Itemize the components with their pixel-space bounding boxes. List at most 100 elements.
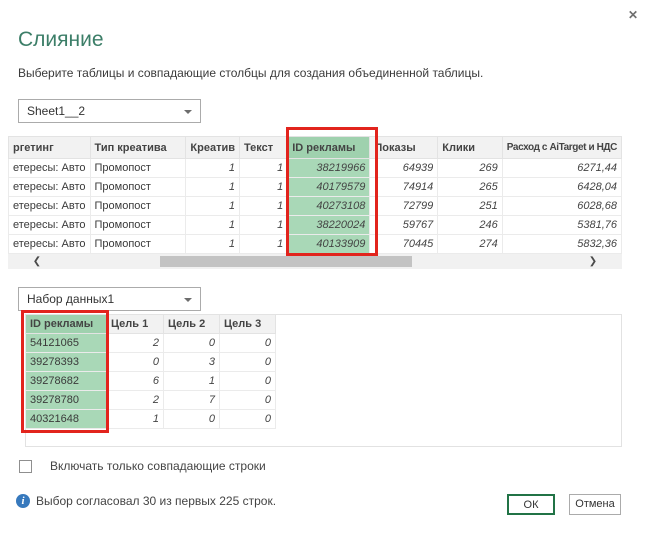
info-icon: i xyxy=(16,494,30,508)
table-cell[interactable]: 0 xyxy=(107,353,164,372)
table-cell[interactable]: 274 xyxy=(438,235,502,254)
table-cell[interactable]: 0 xyxy=(220,372,276,391)
top-table-selector-value: Sheet1__2 xyxy=(27,104,85,118)
table-cell[interactable]: 39278780 xyxy=(26,391,107,410)
table-cell[interactable]: 74914 xyxy=(370,178,438,197)
scroll-right-icon[interactable]: ❯ xyxy=(578,254,608,269)
table-cell[interactable]: етересы: Авто xyxy=(9,216,91,235)
table-cell[interactable]: 1 xyxy=(186,178,240,197)
table-cell[interactable]: 59767 xyxy=(370,216,438,235)
table-cell[interactable]: етересы: Авто xyxy=(9,235,91,254)
table-cell[interactable]: 72799 xyxy=(370,197,438,216)
table-cell[interactable]: 1 xyxy=(240,178,288,197)
scrollbar-thumb[interactable] xyxy=(160,256,412,267)
status-text: Выбор согласовал 30 из первых 225 строк. xyxy=(36,494,276,508)
table-cell[interactable]: 38219966 xyxy=(288,159,370,178)
table-cell[interactable]: 1 xyxy=(186,159,240,178)
matching-rows-checkbox[interactable] xyxy=(19,460,32,473)
table-cell[interactable]: 6028,68 xyxy=(502,197,621,216)
column-header[interactable]: ID рекламы xyxy=(288,137,370,159)
table-cell[interactable]: 6 xyxy=(107,372,164,391)
table-cell[interactable]: 2 xyxy=(107,391,164,410)
column-header[interactable]: Тип креатива xyxy=(90,137,186,159)
table-cell[interactable]: 64939 xyxy=(370,159,438,178)
table-cell[interactable]: 0 xyxy=(164,334,220,353)
top-table-selector[interactable]: Sheet1__2 xyxy=(18,99,201,123)
header-row: ID рекламыЦель 1Цель 2Цель 3 xyxy=(26,315,276,334)
table-cell[interactable]: 1 xyxy=(164,372,220,391)
table-cell[interactable]: 38220024 xyxy=(288,216,370,235)
table-row: етересы: АвтоПромопост114013390970445274… xyxy=(9,235,622,254)
column-header[interactable]: Цель 1 xyxy=(107,315,164,334)
table-cell[interactable]: 0 xyxy=(220,410,276,429)
table-cell[interactable]: 0 xyxy=(220,391,276,410)
table-cell[interactable]: 40273108 xyxy=(288,197,370,216)
table-cell[interactable]: 6428,04 xyxy=(502,178,621,197)
column-header[interactable]: ID рекламы xyxy=(26,315,107,334)
table-cell[interactable]: 5381,76 xyxy=(502,216,621,235)
table-cell[interactable]: 2 xyxy=(107,334,164,353)
column-header[interactable]: Цель 3 xyxy=(220,315,276,334)
column-header[interactable]: Показы xyxy=(370,137,438,159)
column-header[interactable]: ргетинг xyxy=(9,137,91,159)
table-cell[interactable]: 1 xyxy=(186,235,240,254)
column-header[interactable]: Клики xyxy=(438,137,502,159)
table-cell[interactable]: 251 xyxy=(438,197,502,216)
table-cell[interactable]: етересы: Авто xyxy=(9,197,91,216)
table-cell[interactable]: 1 xyxy=(107,410,164,429)
table-cell[interactable]: 269 xyxy=(438,159,502,178)
close-icon[interactable]: ✕ xyxy=(624,6,642,24)
table-row: 40321648100 xyxy=(26,410,276,429)
dialog-subtitle: Выберите таблицы и совпадающие столбцы д… xyxy=(18,66,483,80)
table-cell[interactable]: 6271,44 xyxy=(502,159,621,178)
table-cell[interactable]: 1 xyxy=(240,159,288,178)
table-cell[interactable]: 40179579 xyxy=(288,178,370,197)
table-cell[interactable]: 7 xyxy=(164,391,220,410)
table-cell[interactable]: 265 xyxy=(438,178,502,197)
table-cell[interactable]: етересы: Авто xyxy=(9,178,91,197)
column-header[interactable]: Цель 2 xyxy=(164,315,220,334)
cancel-button[interactable]: Отмена xyxy=(569,494,621,515)
column-header[interactable]: Расход с AiTarget и НДС xyxy=(502,137,621,159)
scroll-left-icon[interactable]: ❮ xyxy=(22,254,52,269)
table-cell[interactable]: етересы: Авто xyxy=(9,159,91,178)
bottom-table-container: ID рекламыЦель 1Цель 2Цель 3541210652003… xyxy=(25,314,622,447)
table-cell[interactable]: 40133909 xyxy=(288,235,370,254)
horizontal-scrollbar[interactable]: ❮ ❯ xyxy=(8,254,622,269)
table-cell[interactable]: 54121065 xyxy=(26,334,107,353)
table-cell[interactable]: 39278393 xyxy=(26,353,107,372)
bottom-table: ID рекламыЦель 1Цель 2Цель 3541210652003… xyxy=(25,314,276,429)
bottom-table-selector-value: Набор данных1 xyxy=(27,292,114,306)
ok-button[interactable]: ОК xyxy=(507,494,555,515)
matching-rows-checkbox-label: Включать только совпадающие строки xyxy=(50,459,266,473)
table-cell[interactable]: Промопост xyxy=(90,216,186,235)
table-cell[interactable]: Промопост xyxy=(90,178,186,197)
table-cell[interactable]: 0 xyxy=(220,334,276,353)
table-cell[interactable]: 39278682 xyxy=(26,372,107,391)
table-cell[interactable]: 1 xyxy=(186,216,240,235)
table-cell[interactable]: Промопост xyxy=(90,197,186,216)
matching-rows-checkbox-row: Включать только совпадающие строки xyxy=(19,459,266,473)
table-cell[interactable]: 1 xyxy=(240,235,288,254)
header-row: ргетингТип креативаКреативТекстID реклам… xyxy=(9,137,622,159)
top-table-container: ргетингТип креативаКреативТекстID реклам… xyxy=(8,136,622,254)
column-header[interactable]: Текст xyxy=(240,137,288,159)
table-cell[interactable]: 0 xyxy=(164,410,220,429)
column-header[interactable]: Креатив xyxy=(186,137,240,159)
table-cell[interactable]: 70445 xyxy=(370,235,438,254)
table-cell[interactable]: 246 xyxy=(438,216,502,235)
table-row: етересы: АвтоПромопост114017957974914265… xyxy=(9,178,622,197)
table-cell[interactable]: 1 xyxy=(240,216,288,235)
table-cell[interactable]: 1 xyxy=(186,197,240,216)
table-cell[interactable]: Промопост xyxy=(90,159,186,178)
table-cell[interactable]: 0 xyxy=(220,353,276,372)
table-cell[interactable]: 1 xyxy=(240,197,288,216)
table-row: етересы: АвтоПромопост113821996664939269… xyxy=(9,159,622,178)
table-cell[interactable]: Промопост xyxy=(90,235,186,254)
table-cell[interactable]: 5832,36 xyxy=(502,235,621,254)
table-cell[interactable]: 40321648 xyxy=(26,410,107,429)
table-cell[interactable]: 3 xyxy=(164,353,220,372)
merge-dialog: ✕ Слияние Выберите таблицы и совпадающие… xyxy=(0,0,650,546)
status-row: i Выбор согласовал 30 из первых 225 стро… xyxy=(16,494,276,508)
bottom-table-selector[interactable]: Набор данных1 xyxy=(18,287,201,311)
